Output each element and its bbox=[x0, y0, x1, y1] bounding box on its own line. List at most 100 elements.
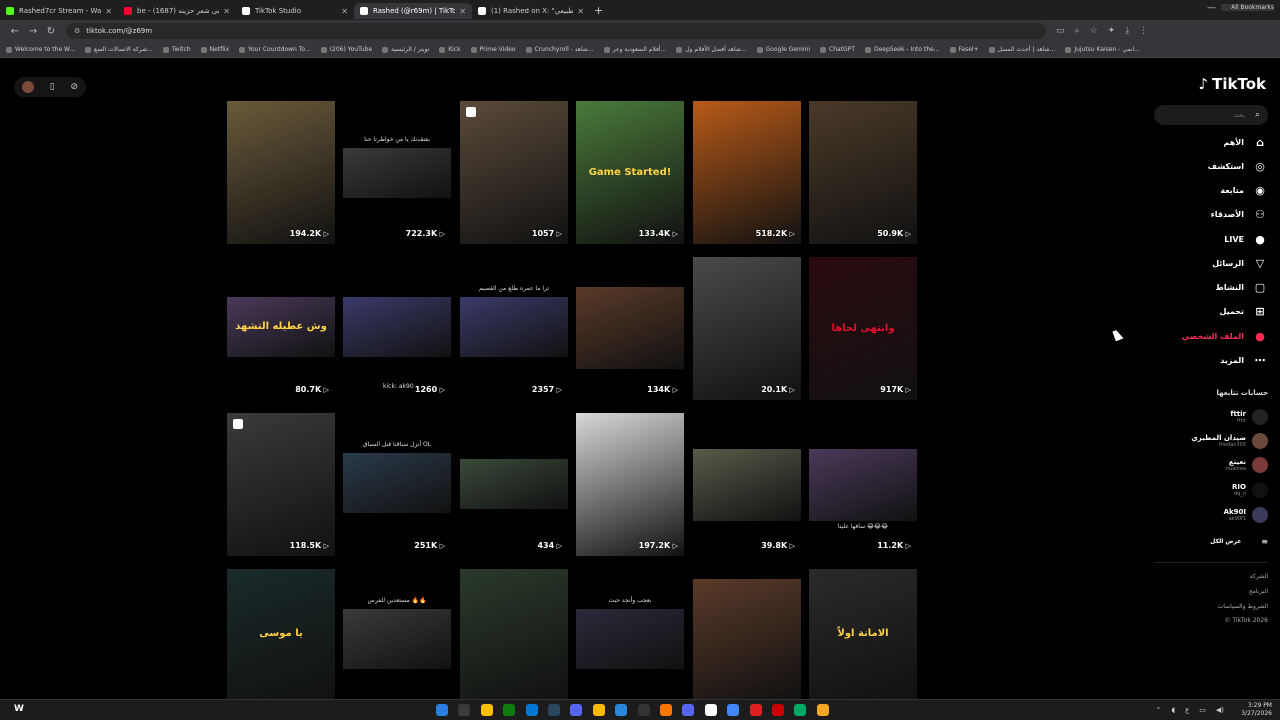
reload-icon[interactable]: ↻ bbox=[42, 26, 60, 37]
bookmark-item[interactable]: شركة الاتصالات السع... bbox=[85, 46, 153, 53]
footer-link[interactable]: الشركة bbox=[1250, 573, 1268, 580]
video-thumbnail[interactable]: 118.5K bbox=[227, 413, 335, 556]
clock[interactable]: 3:29 PM 3/27/2026 bbox=[1241, 702, 1272, 718]
video-thumbnail[interactable]: بفتقدنك يا من خواطرنا حنا 722.3K bbox=[343, 101, 451, 244]
bookmark-item[interactable]: شاهد | أحدث المسل... bbox=[988, 46, 1055, 53]
video-thumbnail[interactable]: 39.8K bbox=[693, 413, 801, 556]
tab-close-icon[interactable]: ✕ bbox=[459, 7, 466, 16]
sidebar-item-messages[interactable]: الرسائل ▽ bbox=[1212, 254, 1268, 272]
sidebar-item-more[interactable]: المزيد ⋯ bbox=[1220, 351, 1268, 369]
steam-icon[interactable] bbox=[548, 704, 560, 716]
discord-icon[interactable] bbox=[570, 704, 583, 716]
app-icon[interactable] bbox=[637, 704, 650, 716]
video-thumbnail[interactable]: يا موسى bbox=[227, 569, 335, 699]
browser-tab[interactable]: Rashed (@r69m) | TikTok(43)✕ bbox=[354, 3, 472, 19]
video-thumbnail[interactable]: أنزل سباقنا قبل السباق OL 251K bbox=[343, 413, 451, 556]
network-icon[interactable]: ▭ bbox=[1199, 706, 1206, 714]
cast-icon[interactable]: ▭ bbox=[1056, 26, 1065, 36]
video-thumbnail[interactable]: 20.1K bbox=[693, 257, 801, 400]
site-info-icon[interactable]: ⚙ bbox=[74, 27, 80, 35]
download-icon[interactable]: ⤓ bbox=[1125, 26, 1129, 36]
video-thumbnail[interactable]: Game Started! 133.4K bbox=[576, 101, 684, 244]
video-thumbnail[interactable] bbox=[460, 569, 568, 699]
video-thumbnail[interactable]: ترا ما عمره طلع من القصيم 2357 bbox=[460, 257, 568, 400]
folder-icon[interactable] bbox=[592, 704, 605, 716]
sidebar-item-activity[interactable]: النشاط ▢ bbox=[1216, 278, 1268, 296]
bookmark-item[interactable]: (206) YouTube bbox=[320, 46, 372, 53]
device-icon[interactable]: ▯ bbox=[50, 82, 55, 92]
followed-account[interactable]: RIO dq_n bbox=[1232, 482, 1268, 498]
footer-link[interactable]: الشروط والسياسات bbox=[1218, 603, 1268, 610]
bookmark-item[interactable]: شاهد أفضل الأفلام ول... bbox=[676, 46, 747, 53]
tab-close-icon[interactable]: ✕ bbox=[223, 7, 230, 16]
extensions-icon[interactable]: ✦ bbox=[1108, 26, 1116, 36]
browser-tab[interactable]: Rashed7cr Stream - Watch Live✕ bbox=[0, 3, 118, 19]
bookmark-item[interactable]: Crunchyroll - شاهد... bbox=[525, 46, 594, 53]
video-thumbnail[interactable]: 518.2K bbox=[693, 101, 801, 244]
avatar[interactable] bbox=[21, 81, 34, 93]
followed-account[interactable]: Ak90I ak90f1 bbox=[1224, 507, 1268, 523]
tab-close-icon[interactable]: ✕ bbox=[341, 7, 348, 16]
sidebar-item-live[interactable]: LIVE ● bbox=[1224, 230, 1268, 248]
video-thumbnail[interactable]: 194.2K bbox=[227, 101, 335, 244]
see-all-link[interactable]: عرض الكل ≡ bbox=[1210, 537, 1268, 546]
back-icon[interactable]: ← bbox=[6, 26, 24, 37]
sidebar-item-profile[interactable]: الملف الشخصي ● bbox=[1182, 327, 1268, 345]
footer-link[interactable]: البرنامج bbox=[1249, 588, 1268, 595]
app-icon[interactable] bbox=[525, 704, 538, 716]
all-bookmarks[interactable]: All Bookmarks bbox=[1221, 4, 1274, 11]
start-icon[interactable] bbox=[436, 704, 448, 716]
video-thumbnail[interactable]: 134K bbox=[576, 257, 684, 400]
video-thumbnail[interactable]: 1057 bbox=[460, 101, 568, 244]
widgets-icon[interactable]: W bbox=[14, 704, 24, 714]
bookmark-item[interactable]: Kick bbox=[439, 46, 461, 53]
tab-close-icon[interactable]: ✕ bbox=[105, 7, 112, 16]
video-thumbnail[interactable] bbox=[693, 569, 801, 699]
app-icon[interactable] bbox=[615, 704, 628, 716]
mic-icon[interactable]: ◖ bbox=[1171, 706, 1175, 714]
chrome-icon[interactable] bbox=[727, 704, 740, 716]
zoom-icon[interactable]: ⌕ bbox=[1075, 26, 1080, 36]
volume-icon[interactable]: ◀) bbox=[1216, 706, 1224, 714]
footer-link[interactable]: © TikTok 2026 bbox=[1225, 617, 1269, 624]
bookmark-item[interactable]: ChatGPT bbox=[820, 46, 855, 53]
video-thumbnail[interactable]: مستعدين للفرس 🔥🔥 bbox=[343, 569, 451, 699]
sidebar-item-explore[interactable]: استكشف ◎ bbox=[1208, 157, 1268, 175]
app-icon[interactable] bbox=[816, 704, 829, 716]
minimize-icon[interactable]: — bbox=[1207, 3, 1216, 13]
tab-close-icon[interactable]: ✕ bbox=[577, 7, 584, 16]
sidebar-item-friends[interactable]: الأصدقاء ⚇ bbox=[1211, 205, 1268, 223]
bookmark-item[interactable]: Google Gemini bbox=[756, 46, 810, 53]
bookmark-item[interactable]: تويتر / الرئيسية bbox=[382, 46, 429, 53]
discord-icon[interactable] bbox=[682, 704, 695, 716]
followed-account[interactable]: ضيدان المطيري thedan305 bbox=[1191, 433, 1268, 449]
app-icon[interactable] bbox=[794, 704, 807, 716]
bookmark-item[interactable]: أفلام السعودية وعر... bbox=[603, 46, 666, 53]
video-thumbnail[interactable]: 434 bbox=[460, 413, 568, 556]
video-thumbnail[interactable]: الامانة اولاً bbox=[809, 569, 917, 699]
app-icon[interactable] bbox=[480, 704, 493, 716]
followed-account[interactable]: نعيتع nuainea bbox=[1226, 457, 1268, 473]
sidebar-item-upload[interactable]: تحميل ⊞ bbox=[1219, 302, 1268, 320]
video-thumbnail[interactable]: بعجب وأنجد حبت bbox=[576, 569, 684, 699]
bookmark-item[interactable]: Jujutsu Kaisen - انمي... bbox=[1065, 46, 1140, 53]
new-tab-button[interactable]: + bbox=[594, 4, 603, 17]
browser-tab[interactable]: TikTok Studio ✕ bbox=[236, 3, 354, 19]
xbox-icon[interactable] bbox=[503, 704, 516, 716]
video-thumbnail[interactable]: وانتهى لحاها 917K bbox=[809, 257, 917, 400]
app-icon[interactable] bbox=[660, 704, 672, 716]
bookmark-item[interactable]: Your Countdown To... bbox=[239, 46, 311, 53]
forward-icon[interactable]: → bbox=[24, 26, 42, 37]
address-bar[interactable]: ⚙ tiktok.com/@z69m bbox=[66, 23, 1046, 39]
sidebar-item-home[interactable]: الأهم ⌂ bbox=[1223, 133, 1268, 151]
video-thumbnail[interactable]: سافها علينا 😂😂😂 11.2K bbox=[809, 413, 917, 556]
search-box[interactable]: بحث ⌕ bbox=[1154, 105, 1268, 125]
followed-account[interactable]: fttir fttir bbox=[1230, 409, 1268, 425]
video-thumbnail[interactable]: kick: ak90 1260 bbox=[343, 257, 451, 400]
app-icon[interactable] bbox=[704, 704, 717, 716]
search-icon[interactable]: ⌕ bbox=[1255, 110, 1260, 120]
bookmark-item[interactable]: Netflix bbox=[200, 46, 229, 53]
bookmark-item[interactable]: Prime Video bbox=[470, 46, 516, 53]
menu-icon[interactable]: ⋮ bbox=[1139, 26, 1148, 36]
video-thumbnail[interactable]: وش عطيله التشهد 80.7K bbox=[227, 257, 335, 400]
